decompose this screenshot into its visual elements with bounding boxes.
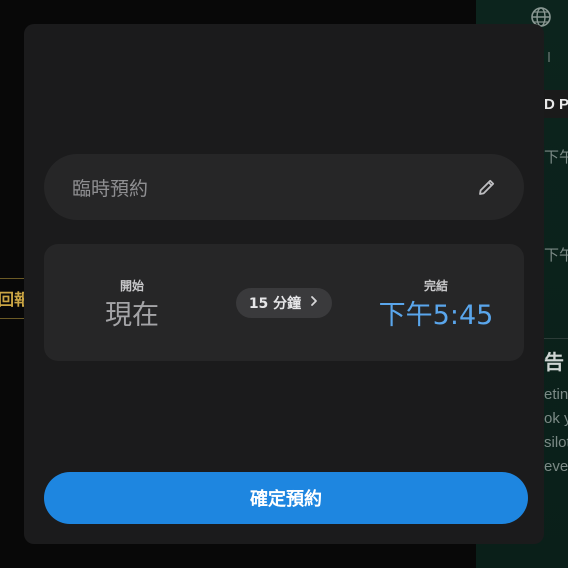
background-text: evel [544, 458, 568, 475]
background-border [0, 318, 26, 319]
start-time-value: 現在 [105, 300, 159, 331]
background-text: 下午7 [544, 247, 568, 264]
booking-title-input[interactable]: 臨時預約 [44, 154, 524, 220]
background-text: silot [544, 434, 568, 451]
background-text: 下午6 [544, 149, 568, 166]
background-text: D PI [544, 96, 568, 113]
duration-button[interactable]: 15 分鐘 [236, 288, 332, 318]
end-time-group[interactable]: 完結 下午5:45 [366, 244, 506, 361]
confirm-booking-button[interactable]: 確定預約 [44, 472, 528, 524]
quick-booking-dialog: 臨時預約 開始 現在 15 分鐘 完結 下午5:45 確定預約 [24, 24, 544, 544]
chevron-right-icon [309, 295, 319, 311]
start-time-label: 開始 [119, 279, 144, 293]
booking-title-placeholder: 臨時預約 [72, 177, 149, 200]
start-time-group[interactable]: 開始 現在 [72, 244, 192, 361]
screen: D PI 下午6 下午7 告 etin ok y silot evel 回報 臨… [0, 0, 568, 568]
background-text: ok y [544, 410, 568, 427]
background-divider [548, 52, 550, 62]
pencil-icon[interactable] [476, 176, 498, 198]
time-range-card: 開始 現在 15 分鐘 完結 下午5:45 [44, 244, 524, 361]
background-heading: 告 [544, 352, 564, 374]
duration-value: 15 分鐘 [248, 296, 302, 312]
end-time-label: 完結 [423, 279, 448, 293]
end-time-value: 下午5:45 [378, 300, 494, 331]
background-divider [540, 338, 568, 339]
background-border [0, 278, 26, 279]
background-text: etin [544, 386, 568, 403]
